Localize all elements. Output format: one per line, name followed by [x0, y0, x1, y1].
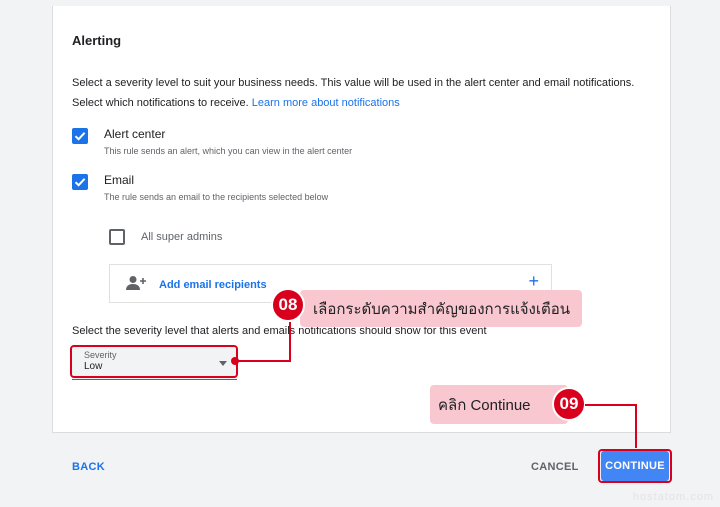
add-recipients-label: Add email recipients [159, 279, 267, 291]
callout-step8: เลือกระดับความสำคัญของการแจ้งเตือน [300, 290, 582, 327]
alert-center-checkbox[interactable] [72, 128, 88, 144]
dropdown-arrow-icon [219, 361, 227, 366]
annotation-line [585, 404, 637, 406]
email-sub: The rule sends an email to the recipient… [104, 192, 329, 202]
learn-more-link[interactable]: Learn more about notifications [252, 97, 400, 109]
callout-step9: คลิก Continue [430, 385, 568, 424]
callout-step9-text: คลิก Continue [438, 396, 531, 414]
alert-center-label: Alert center [104, 127, 166, 141]
annotation-line [236, 360, 290, 362]
severity-field-label: Severity [84, 350, 117, 360]
notifications-description-text: Select which notifications to receive. [72, 97, 249, 109]
back-button[interactable]: BACK [72, 461, 105, 473]
super-admins-checkbox[interactable] [109, 229, 125, 245]
super-admins-label: All super admins [141, 231, 223, 243]
alert-center-sub: This rule sends an alert, which you can … [104, 146, 353, 156]
notifications-description: Select which notifications to receive. L… [72, 97, 400, 109]
checkmark-icon [74, 132, 86, 141]
plus-icon[interactable]: + [528, 272, 539, 290]
watermark: hostatom.com [632, 491, 714, 503]
severity-description: Select a severity level to suit your bus… [72, 77, 635, 89]
add-person-icon [126, 276, 146, 290]
badge-step8: 08 [271, 288, 305, 322]
severity-select[interactable]: Severity Low [72, 346, 237, 380]
cancel-button[interactable]: CANCEL [531, 461, 579, 473]
section-title: Alerting [72, 33, 122, 48]
annotation-line [289, 322, 291, 362]
callout-step8-text: เลือกระดับความสำคัญของการแจ้งเตือน [313, 300, 571, 318]
checkmark-icon [74, 178, 86, 187]
alerting-card: Alerting Select a severity level to suit… [52, 6, 671, 433]
email-label: Email [104, 173, 135, 187]
severity-value: Low [84, 361, 103, 372]
email-checkbox[interactable] [72, 174, 88, 190]
badge-step9: 09 [552, 387, 586, 421]
continue-button[interactable]: CONTINUE [601, 451, 669, 481]
annotation-line [635, 404, 637, 448]
